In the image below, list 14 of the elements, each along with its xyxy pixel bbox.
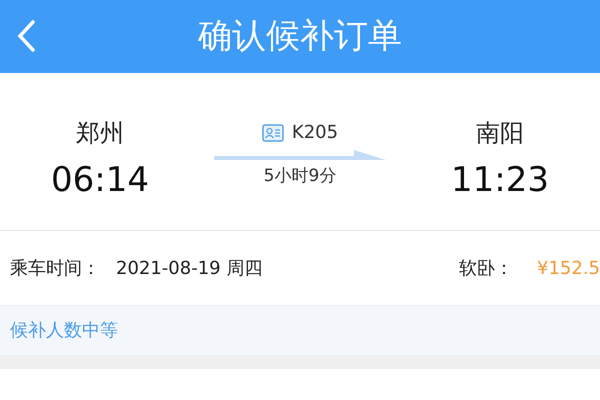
arrival-time: 11:23 [450, 159, 550, 202]
page-title: 确认候补订单 [198, 16, 402, 56]
trip-duration: 5小时9分 [262, 165, 338, 188]
departure-time: 06:14 [50, 159, 150, 202]
seat-type: 软卧： [459, 256, 514, 280]
ticket-price: ¥152.5 [537, 256, 600, 280]
id-card-icon [262, 124, 284, 142]
train-number: K205 [292, 121, 338, 145]
ride-date: 2021-08-19 周四 [116, 256, 262, 280]
ride-time-label: 乘车时间： [10, 256, 100, 280]
departure-station: 郑州 [75, 118, 125, 149]
back-icon [16, 19, 36, 53]
arrival-station: 南阳 [475, 118, 525, 149]
waitlist-notice: 候补人数中等 [0, 305, 600, 355]
